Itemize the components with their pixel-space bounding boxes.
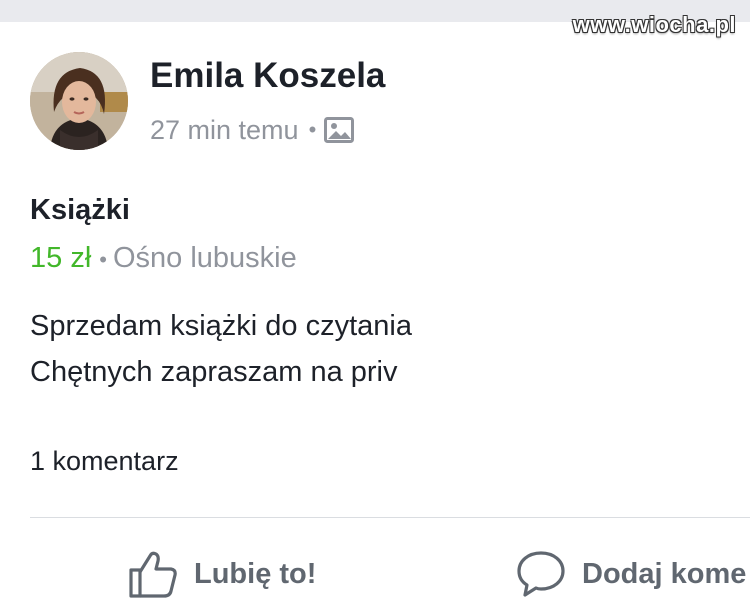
comments-count[interactable]: 1 komentarz — [30, 446, 179, 477]
like-label: Lubię to! — [194, 557, 317, 590]
post-time[interactable]: 27 min temu — [150, 115, 299, 146]
listing-price: 15 zł — [30, 242, 92, 274]
description-line: Chętnych zapraszam na priv — [30, 356, 398, 388]
description-line: Sprzedam książki do czytania — [30, 310, 412, 342]
thumbs-up-icon — [128, 550, 178, 598]
divider — [30, 517, 750, 518]
comment-label: Dodaj kome — [582, 557, 747, 590]
price-separator: • — [99, 247, 107, 272]
photo-icon[interactable] — [324, 117, 355, 143]
post-card: www.wiocha.pl Emila Koszela 27 min temu … — [0, 0, 750, 605]
meta-separator: • — [308, 117, 317, 142]
avatar[interactable] — [30, 52, 128, 150]
comment-button[interactable]: Dodaj kome — [516, 548, 746, 600]
like-button[interactable]: Lubię to! — [128, 548, 316, 600]
author-name[interactable]: Emila Koszela — [150, 56, 385, 96]
listing-title[interactable]: Książki — [30, 194, 130, 227]
listing-location[interactable]: Ośno lubuskie — [113, 242, 297, 275]
post-meta: 27 min temu • — [150, 112, 355, 148]
watermark: www.wiocha.pl — [572, 12, 736, 37]
comment-icon — [516, 550, 566, 598]
listing-price-row: 15 zł • Ośno lubuskie — [30, 242, 297, 275]
